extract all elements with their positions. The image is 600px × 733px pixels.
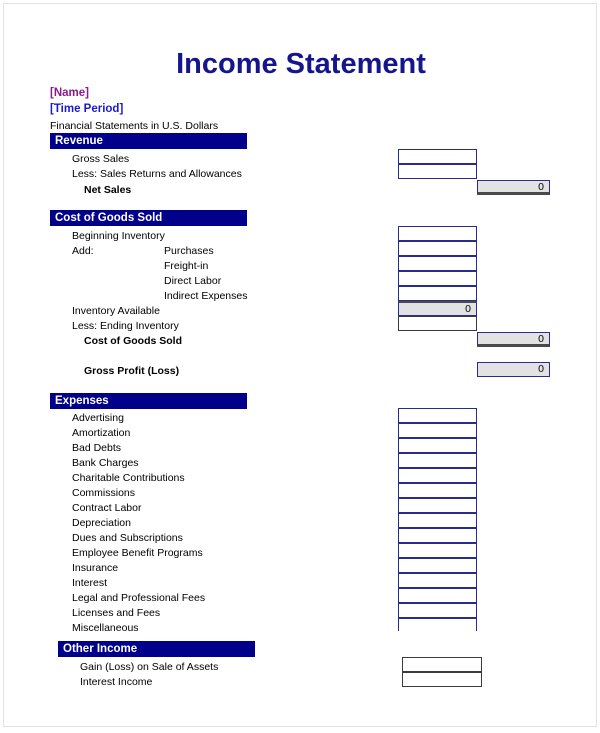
input-charitable-contributions[interactable] bbox=[398, 468, 477, 483]
row-label-net-sales: Net Sales bbox=[84, 184, 132, 196]
input-depreciation[interactable] bbox=[398, 513, 477, 528]
row-label-bank-charges: Bank Charges bbox=[72, 457, 139, 469]
input-direct-labor[interactable] bbox=[398, 271, 477, 286]
row-label-advertising: Advertising bbox=[72, 412, 124, 424]
input-legal-and-professional-fees[interactable] bbox=[398, 588, 477, 603]
row-label-amortization: Amortization bbox=[72, 427, 131, 439]
input-ending-inventory[interactable] bbox=[398, 316, 477, 331]
row-label-gross-sales: Gross Sales bbox=[72, 153, 130, 165]
row-label-legal-and-professional-fees: Legal and Professional Fees bbox=[72, 592, 206, 604]
section-header-revenue: Revenue bbox=[50, 133, 247, 149]
input-licenses-and-fees[interactable] bbox=[398, 603, 477, 618]
row-label-gross-profit: Gross Profit (Loss) bbox=[84, 365, 180, 377]
time-period-placeholder[interactable]: [Time Period] bbox=[50, 103, 123, 115]
input-gross-sales[interactable] bbox=[398, 149, 477, 164]
section-header-expenses: Expenses bbox=[50, 393, 247, 409]
row-label-indirect-expenses: Indirect Expenses bbox=[164, 290, 248, 302]
input-bank-charges[interactable] bbox=[398, 453, 477, 468]
input-purchases[interactable] bbox=[398, 241, 477, 256]
input-indirect-expenses[interactable] bbox=[398, 286, 477, 301]
total-net-sales: 0 bbox=[477, 180, 550, 195]
row-label-dues-and-subscriptions: Dues and Subscriptions bbox=[72, 532, 183, 544]
input-interest[interactable] bbox=[398, 573, 477, 588]
row-label-charitable-contributions: Charitable Contributions bbox=[72, 472, 185, 484]
row-label-ending-inventory: Less: Ending Inventory bbox=[72, 320, 179, 332]
input-interest-income[interactable] bbox=[402, 672, 482, 687]
total-inventory-available: 0 bbox=[398, 301, 477, 316]
row-label-interest: Interest bbox=[72, 577, 108, 589]
input-contract-labor[interactable] bbox=[398, 498, 477, 513]
total-gross-profit: 0 bbox=[477, 362, 550, 377]
row-label-interest-income: Interest Income bbox=[80, 676, 153, 688]
row-label-purchases: Purchases bbox=[164, 245, 214, 257]
row-label-beginning-inventory: Beginning Inventory bbox=[72, 230, 165, 242]
row-label-inventory-available: Inventory Available bbox=[72, 305, 160, 317]
input-amortization[interactable] bbox=[398, 423, 477, 438]
row-label-cost-of-goods-sold: Cost of Goods Sold bbox=[84, 335, 182, 347]
input-dues-and-subscriptions[interactable] bbox=[398, 528, 477, 543]
row-label-employee-benefit-programs: Employee Benefit Programs bbox=[72, 547, 203, 559]
row-label-insurance: Insurance bbox=[72, 562, 119, 574]
input-gain-loss-on-sale-of-assets[interactable] bbox=[402, 657, 482, 672]
row-label-freight-in: Freight-in bbox=[164, 260, 209, 272]
input-freight-in[interactable] bbox=[398, 256, 477, 271]
row-label-gain-loss-on-sale-of-assets: Gain (Loss) on Sale of Assets bbox=[80, 661, 219, 673]
row-label-bad-debts: Bad Debts bbox=[72, 442, 122, 454]
total-cost-of-goods-sold: 0 bbox=[477, 332, 550, 347]
row-label-sales-returns: Less: Sales Returns and Allowances bbox=[72, 168, 242, 180]
input-bad-debts[interactable] bbox=[398, 438, 477, 453]
company-name-placeholder[interactable]: [Name] bbox=[50, 87, 89, 99]
income-statement-page: Income Statement [Name] [Time Period] Fi… bbox=[3, 3, 597, 727]
currency-note: Financial Statements in U.S. Dollars bbox=[50, 120, 219, 132]
row-label-contract-labor: Contract Labor bbox=[72, 502, 142, 514]
input-employee-benefit-programs[interactable] bbox=[398, 543, 477, 558]
input-sales-returns[interactable] bbox=[398, 164, 477, 179]
section-header-cogs: Cost of Goods Sold bbox=[50, 210, 247, 226]
row-label-depreciation: Depreciation bbox=[72, 517, 131, 529]
section-header-other-income: Other Income bbox=[58, 641, 255, 657]
page-title: Income Statement bbox=[176, 48, 426, 80]
expenses-list-clip bbox=[50, 631, 552, 638]
row-label-direct-labor: Direct Labor bbox=[164, 275, 222, 287]
input-beginning-inventory[interactable] bbox=[398, 226, 477, 241]
input-commissions[interactable] bbox=[398, 483, 477, 498]
row-label-commissions: Commissions bbox=[72, 487, 136, 499]
input-insurance[interactable] bbox=[398, 558, 477, 573]
row-label-licenses-and-fees: Licenses and Fees bbox=[72, 607, 161, 619]
row-label-add: Add: bbox=[72, 245, 94, 257]
input-advertising[interactable] bbox=[398, 408, 477, 423]
